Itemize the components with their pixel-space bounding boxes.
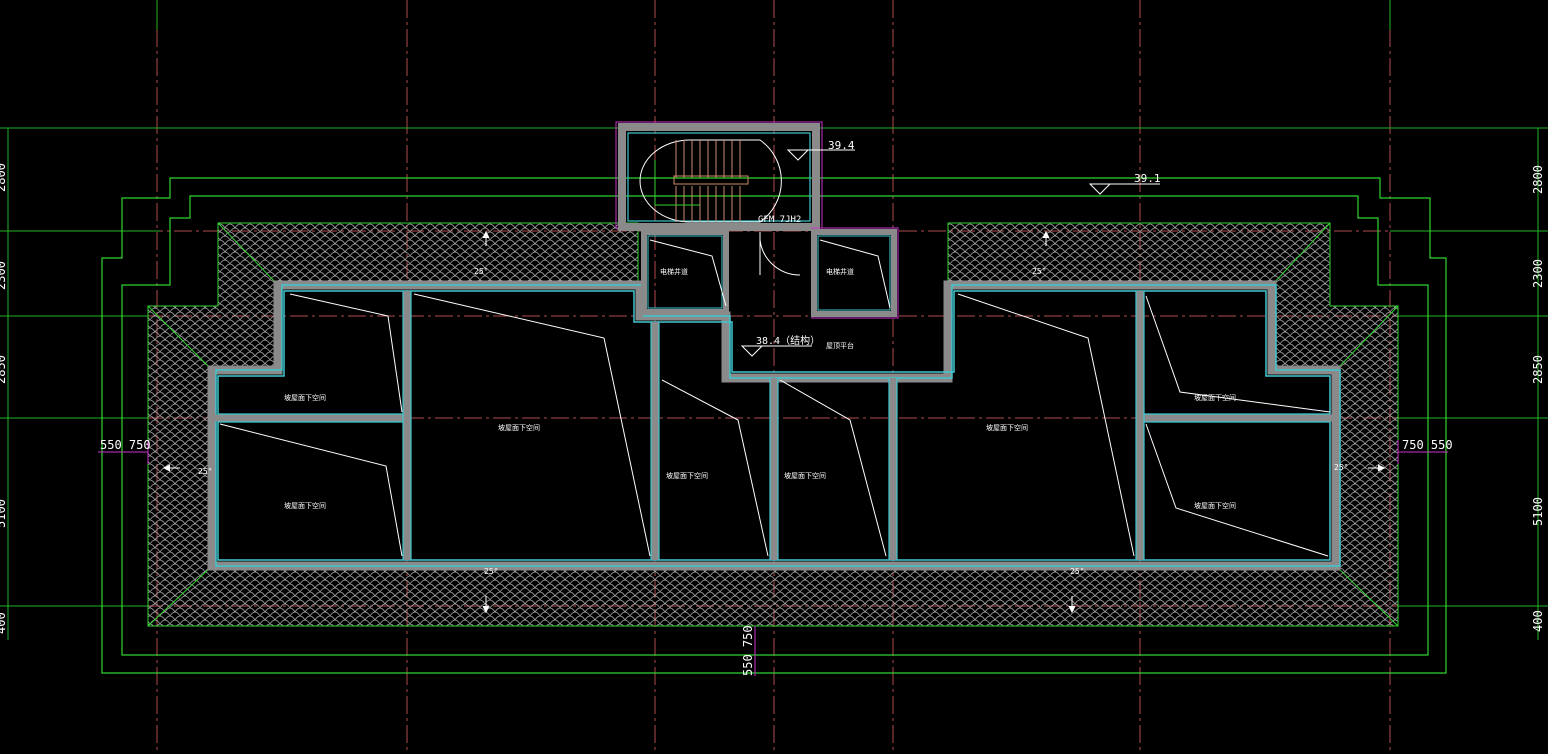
dim-right-0: 2800	[1531, 165, 1545, 194]
slope-label: 25°	[484, 567, 498, 576]
roof-plan-drawing: 39.4 39.1 38.4（结构） GFM 7JH2 25° 25° 25° …	[0, 0, 1548, 754]
slope-label: 25°	[198, 467, 212, 476]
dim-right-4: 400	[1531, 610, 1545, 632]
room-label-attic: 坡屋面下空间	[1194, 501, 1236, 510]
room-label-attic: 坡屋面下空间	[284, 501, 326, 510]
room-label-landing: 屋顶平台	[826, 341, 854, 350]
room-label-attic: 坡屋面下空间	[784, 471, 826, 480]
slope-label: 25°	[1334, 463, 1348, 472]
dim-left-3: 5100	[0, 499, 8, 528]
dim-right-1: 2300	[1531, 259, 1545, 288]
stair-treads	[673, 140, 749, 222]
dim-left-2: 2850	[0, 355, 8, 384]
elevation-stair-top: 39.4	[828, 139, 855, 152]
room-label-attic: 坡屋面下空间	[284, 393, 326, 402]
elevation-structure: 38.4（结构）	[756, 334, 820, 347]
dim-left-4: 400	[0, 612, 8, 634]
room-texts: 电梯井道 电梯井道 屋顶平台 坡屋面下空间 坡屋面下空间 坡屋面下空间 坡屋面下…	[284, 267, 1236, 510]
room-label-attic: 坡屋面下空间	[1194, 393, 1236, 402]
room-label-attic: 坡屋面下空间	[498, 423, 540, 432]
room-label-attic: 坡屋面下空间	[986, 423, 1028, 432]
door-label: GFM 7JH2	[758, 215, 801, 225]
dim-bottom-offset: 550 750	[741, 625, 755, 676]
elevation-roof-ridge: 39.1	[1134, 172, 1161, 185]
dim-right-offset: 750 550	[1402, 438, 1453, 452]
dim-right-2: 2850	[1531, 355, 1545, 384]
room-label-attic: 坡屋面下空间	[666, 471, 708, 480]
dim-right-3: 5100	[1531, 497, 1545, 526]
slope-label: 25°	[1032, 267, 1046, 276]
room-label-elevator: 电梯井道	[660, 267, 688, 276]
stair-tower	[615, 121, 823, 231]
dim-left-offset: 550 750	[100, 438, 151, 452]
dim-left-0: 2800	[0, 163, 8, 192]
dim-left-1: 2300	[0, 261, 8, 290]
slope-label: 25°	[1070, 567, 1084, 576]
room-label-elevator: 电梯井道	[826, 267, 854, 276]
slope-label: 25°	[474, 267, 488, 276]
